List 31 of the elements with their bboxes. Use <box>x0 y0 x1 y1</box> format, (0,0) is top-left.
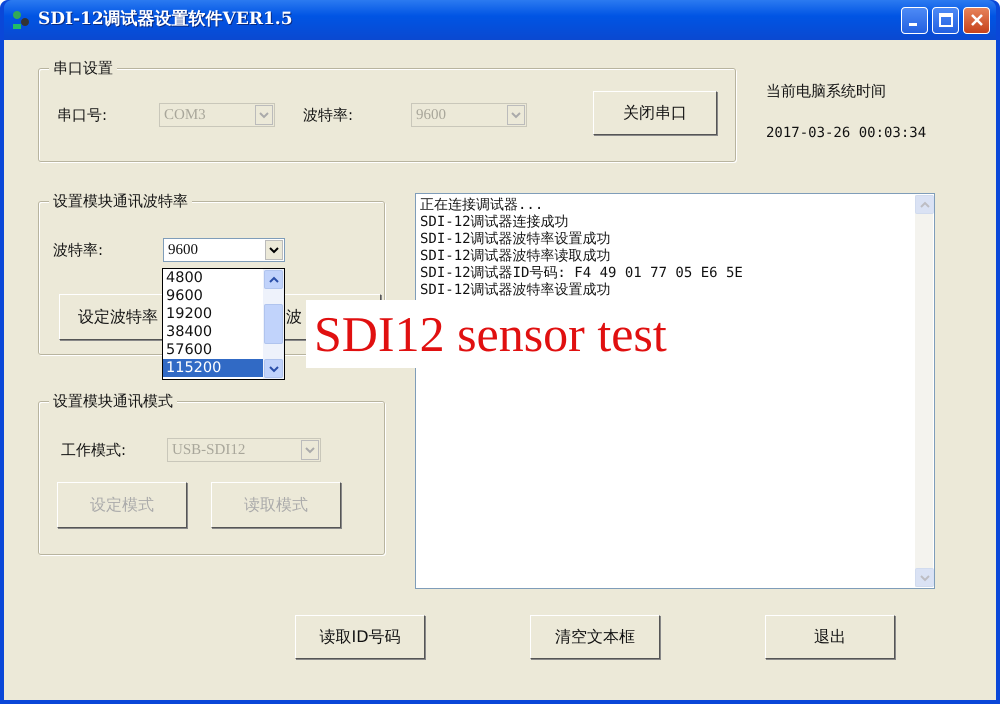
dropdown-option[interactable]: 115200 <box>163 359 263 377</box>
dropdown-field[interactable]: 9600 <box>163 238 285 262</box>
log-line: SDI-12调试器波特率读取成功 <box>420 248 612 265</box>
scroll-up-icon[interactable] <box>264 270 283 289</box>
app-icon <box>10 9 32 31</box>
clock-time: 2017-03-26 00:03:34 <box>766 124 926 142</box>
button[interactable]: 关闭串口 <box>593 91 717 135</box>
maximize-button[interactable] <box>932 6 959 34</box>
log-line: SDI-12调试器波特率设置成功 <box>420 282 612 299</box>
field-label: 波特率: <box>53 240 104 261</box>
log-line: 正在连接调试器... <box>420 197 544 214</box>
clock-label: 当前电脑系统时间 <box>766 81 887 102</box>
minimize-icon <box>908 22 916 26</box>
scroll-down-icon[interactable] <box>264 359 283 378</box>
button[interactable]: 读取ID号码 <box>295 615 425 659</box>
close-icon <box>970 13 984 27</box>
field-label: 工作模式: <box>61 440 128 461</box>
close-button[interactable] <box>963 6 990 34</box>
field-label: 波特率: <box>303 104 354 126</box>
button[interactable]: 退出 <box>765 615 895 659</box>
button[interactable]: 清空文本框 <box>530 615 660 659</box>
scroll-thumb[interactable] <box>264 304 283 344</box>
window-title: SDI-12调试器设置软件VER1.5 <box>38 8 293 32</box>
field-label: 串口号: <box>57 104 108 126</box>
log-line: SDI-12调试器波特率设置成功 <box>420 231 612 248</box>
dropdown-option[interactable]: 57600 <box>163 341 263 359</box>
dropdown-option[interactable]: 4800 <box>163 269 263 287</box>
log-line: SDI-12调试器连接成功 <box>420 214 570 231</box>
maximize-icon <box>938 13 952 27</box>
minimize-button[interactable] <box>901 6 928 34</box>
log-line: SDI-12调试器ID号码: F4 49 01 77 05 E6 5E <box>420 265 744 282</box>
